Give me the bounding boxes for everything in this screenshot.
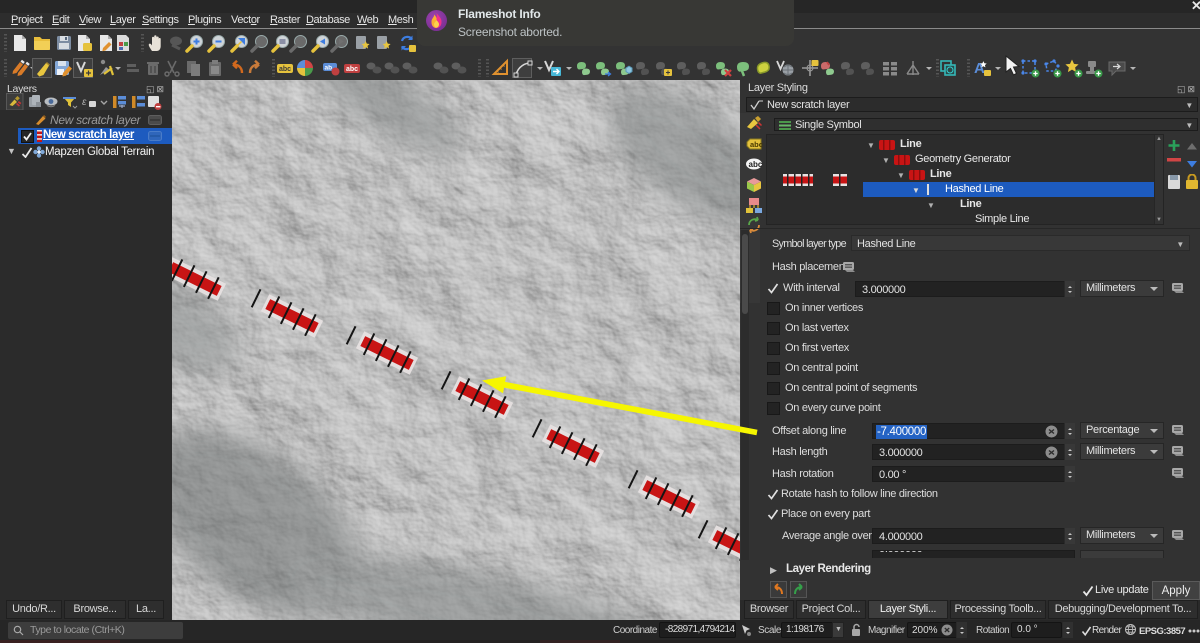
svg-text:abc: abc [346, 66, 358, 73]
svg-text:ε: ε [82, 97, 87, 108]
svg-text:abc: abc [279, 66, 291, 73]
svg-text:ab: ab [325, 65, 333, 72]
svg-text:abc: abc [749, 160, 763, 169]
svg-text:abc: abc [750, 140, 763, 149]
